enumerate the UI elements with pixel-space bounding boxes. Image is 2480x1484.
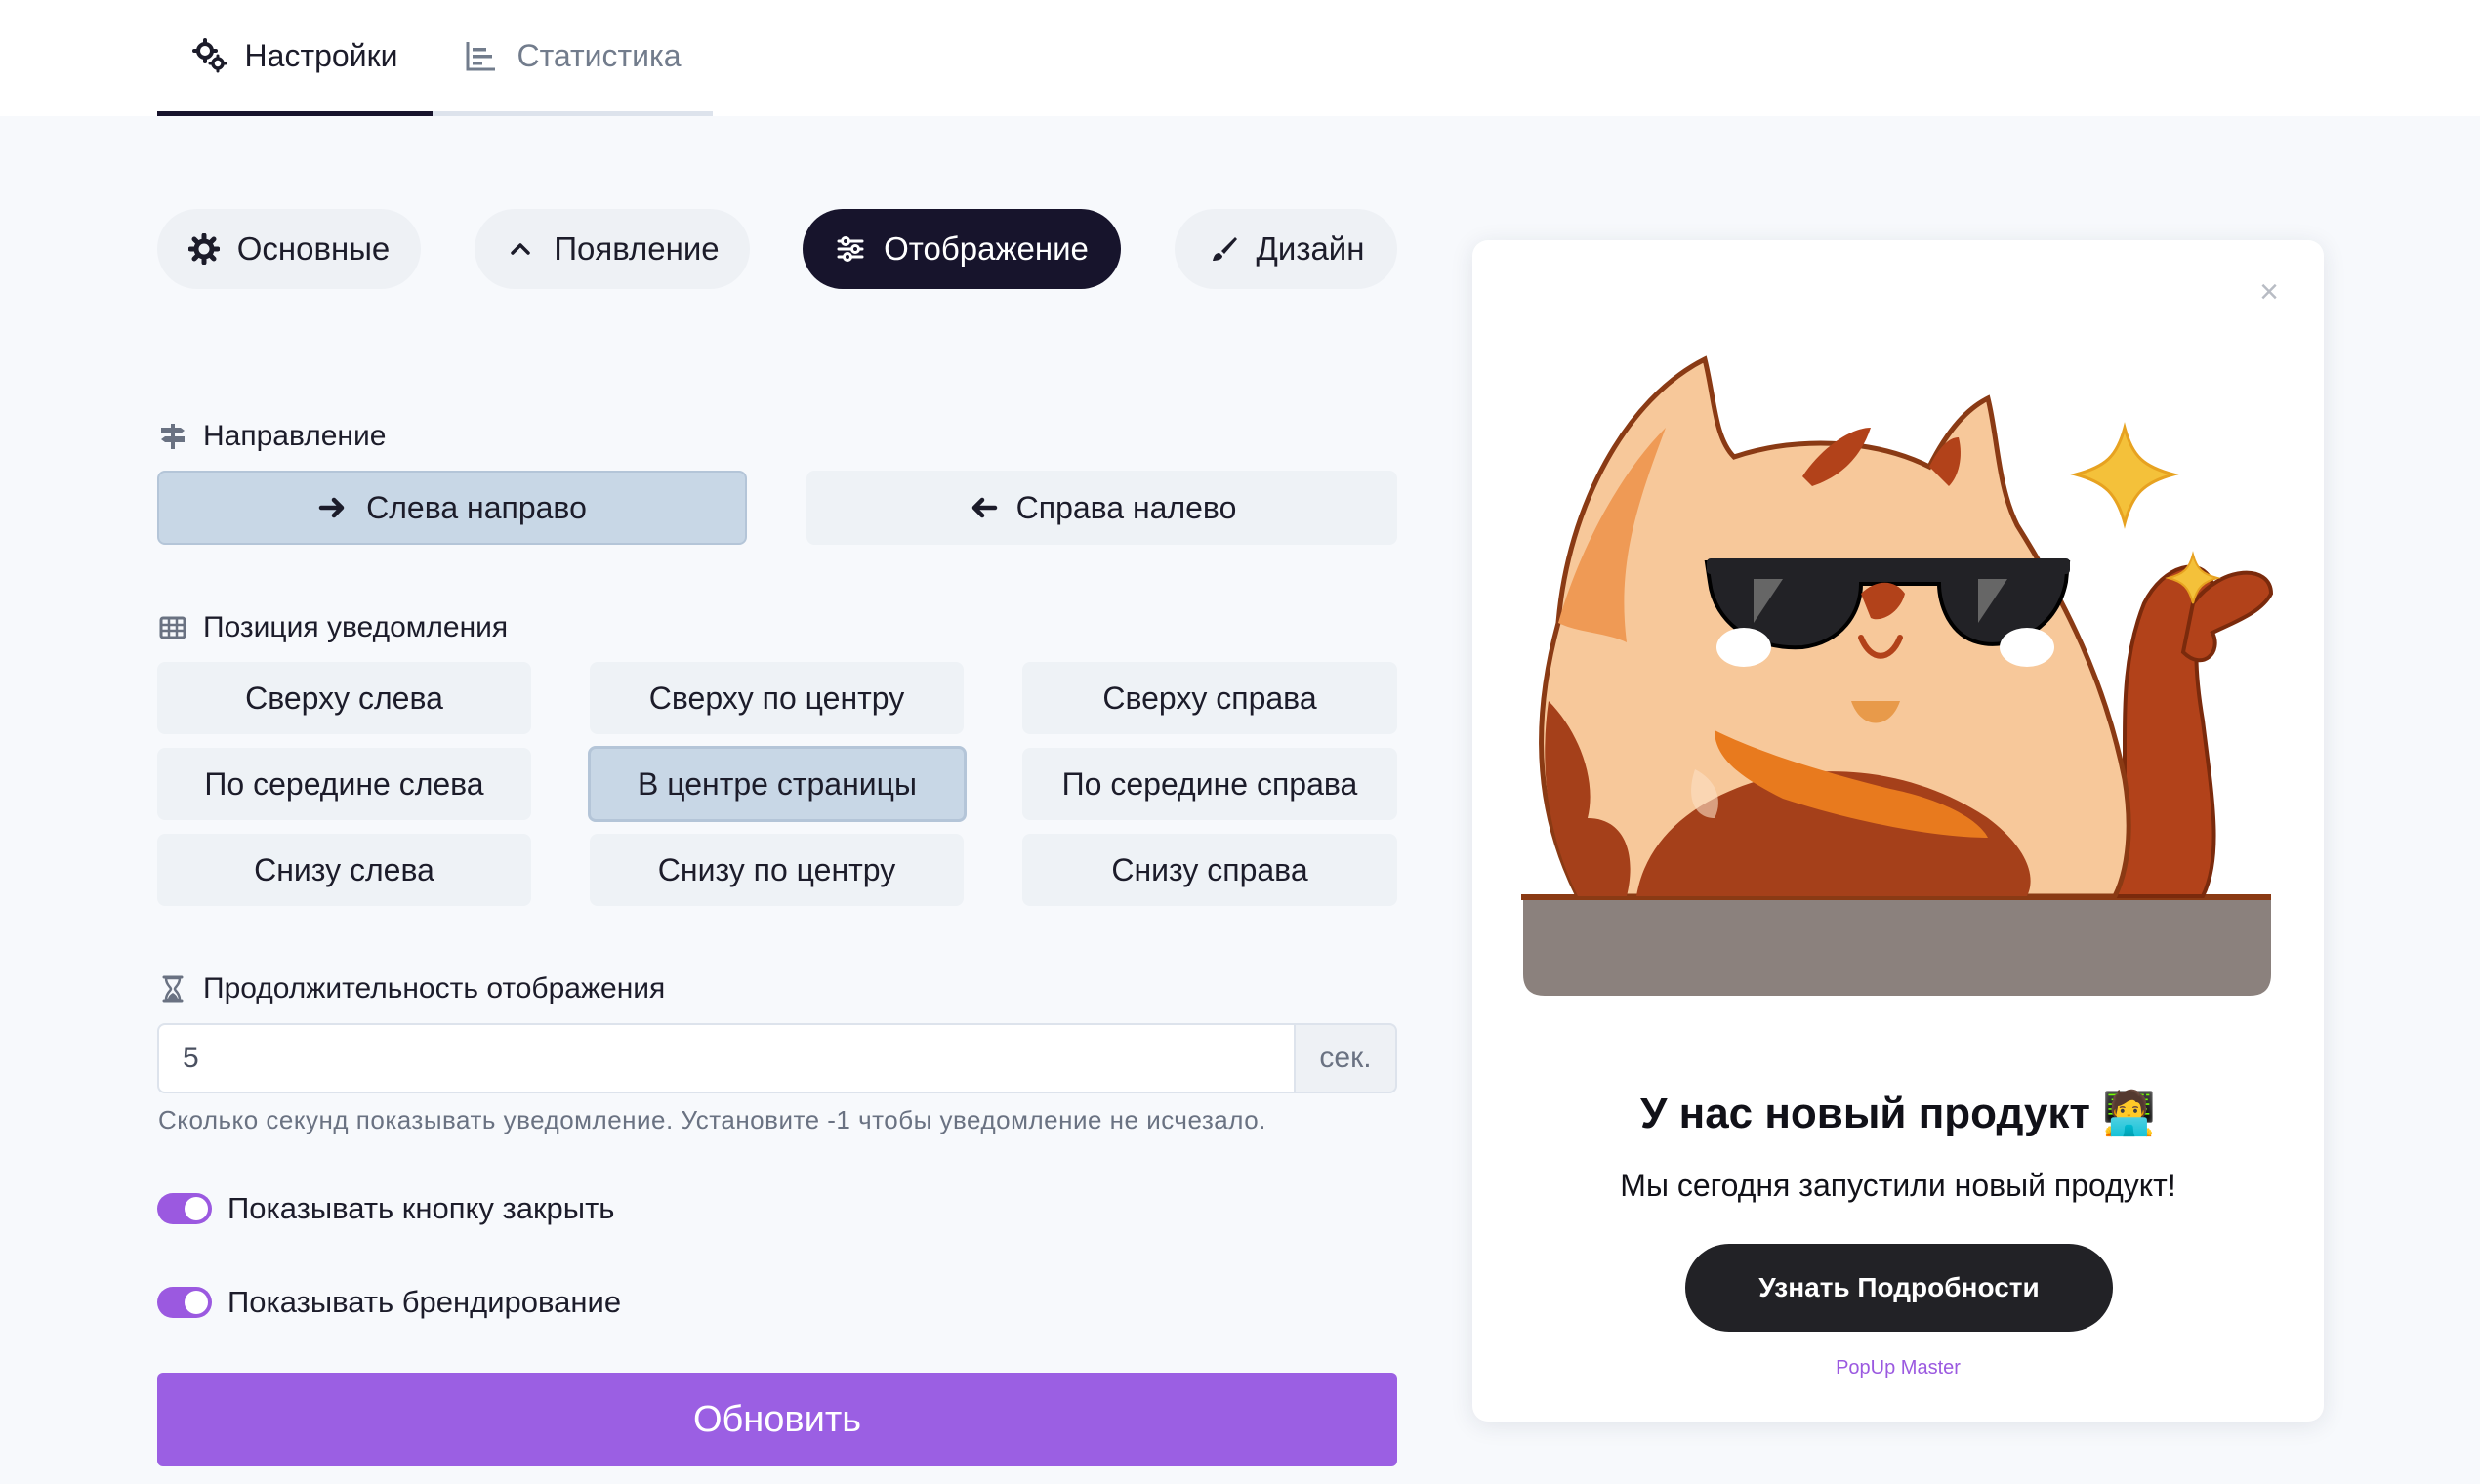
position-center[interactable]: В центре страницы [588,746,967,822]
direction-label-text: Направление [203,420,387,452]
close-button-toggle-row: Показывать кнопку закрыть [157,1191,614,1226]
subtab-basic[interactable]: Основные [157,209,421,289]
gears-icon [191,38,227,73]
popup-cta-button[interactable]: Узнать Подробности [1685,1244,2113,1332]
subtab-design[interactable]: Дизайн [1175,209,1397,289]
position-label: Позиция уведомления [158,611,508,644]
duration-suffix: сек. [1294,1023,1397,1093]
cat-illustration [1521,355,2273,996]
branding-toggle-label: Показывать брендирование [227,1285,622,1319]
position-option-label: Сверху слева [245,680,443,716]
chevron-up-icon [511,243,531,255]
direction-rtl-label: Справа налево [1015,489,1237,525]
popup-title: У нас новый продукт 🧑‍💻 [1640,1090,2156,1137]
position-option-label: Снизу слева [254,851,434,887]
position-middle-left[interactable]: По середине слева [157,748,531,820]
hourglass-icon [162,975,184,1003]
popup-preview-card: × У нас новый продукт 🧑‍💻 [1472,240,2324,1422]
tab-settings-label: Настройки [244,37,398,73]
position-option-label: Снизу по центру [657,851,896,887]
subtab-basic-label: Основные [236,230,391,267]
direction-ltr-label: Слева направо [366,489,587,525]
arrow-right-icon [318,497,345,518]
position-middle-right[interactable]: По середине справа [1022,748,1397,820]
close-button-toggle[interactable] [157,1193,212,1224]
top-tab-bar: Настройки Статистика [0,0,2480,116]
update-button[interactable]: Обновить [157,1373,1397,1466]
signpost-icon [161,424,185,449]
duration-hint: Сколько секунд показывать уведомление. У… [158,1105,1266,1134]
close-button-toggle-label: Показывать кнопку закрыть [227,1191,615,1225]
subtab-appearance-label: Появление [554,230,720,267]
gear-icon [187,233,220,265]
table-grid-icon [159,616,186,639]
position-option-label: Сверху справа [1102,680,1317,716]
subtab-design-label: Дизайн [1256,230,1365,267]
branding-toggle-row: Показывать брендирование [157,1285,621,1320]
position-top-right[interactable]: Сверху справа [1022,662,1397,734]
direction-rtl-button[interactable]: Справа налево [806,471,1397,545]
duration-label-text: Продолжительность отображения [203,972,666,1005]
position-bottom-left[interactable]: Снизу слева [157,834,531,906]
direction-ltr-button[interactable]: Слева направо [157,471,747,545]
position-label-text: Позиция уведомления [203,611,509,643]
subtab-display-label: Отображение [884,230,1089,267]
position-top-left[interactable]: Сверху слева [157,662,531,734]
tab-stats-label: Статистика [517,37,682,73]
duration-input-group: сек. [157,1023,1397,1093]
position-bottom-center[interactable]: Снизу по центру [590,834,964,906]
sliders-icon [837,236,864,262]
brush-icon [1212,237,1237,261]
close-icon[interactable]: × [2259,275,2279,309]
popup-branding[interactable]: PopUp Master [1472,1357,2324,1380]
position-option-label: Сверху по центру [648,680,905,716]
tab-settings[interactable]: Настройки [157,0,433,116]
position-top-center[interactable]: Сверху по центру [590,662,964,734]
position-option-label: По середине слева [204,765,484,802]
position-option-label: Снизу справа [1111,851,1308,887]
position-option-label: В центре страницы [638,765,917,802]
subtab-appearance[interactable]: Появление [475,209,750,289]
position-bottom-right[interactable]: Снизу справа [1022,834,1397,906]
arrow-left-icon [971,497,997,518]
popup-text: Мы сегодня запустили новый продукт! [1620,1168,2176,1203]
position-option-label: По середине справа [1061,765,1358,802]
duration-input[interactable] [157,1023,1294,1093]
chart-icon [466,42,496,71]
subtab-display[interactable]: Отображение [803,209,1121,289]
direction-label: Направление [158,420,386,453]
tab-stats[interactable]: Статистика [433,0,713,116]
branding-toggle[interactable] [157,1287,212,1318]
duration-label: Продолжительность отображения [158,972,665,1006]
